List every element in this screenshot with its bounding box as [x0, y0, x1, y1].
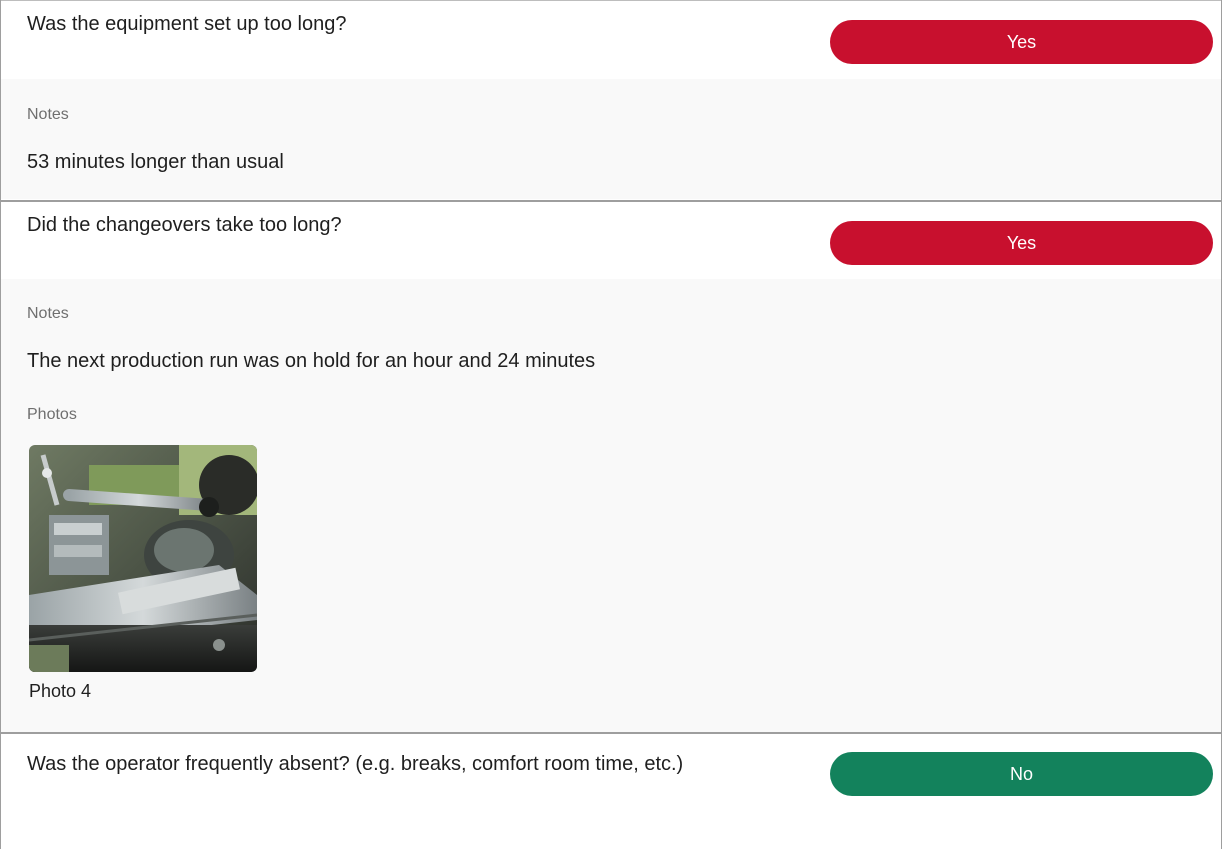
question-item: Was the operator frequently absent? (e.g… — [1, 732, 1221, 849]
question-item: Did the changeovers take too long? Yes N… — [1, 200, 1221, 732]
notes-label: Notes — [27, 106, 69, 123]
question-row: Did the changeovers take too long? Yes — [1, 202, 1221, 279]
answer-yes-button[interactable]: Yes — [830, 221, 1213, 265]
notes-section: Notes 53 minutes longer than usual — [1, 79, 1221, 199]
question-text: Did the changeovers take too long? — [27, 214, 342, 236]
answer-yes-button[interactable]: Yes — [830, 20, 1213, 64]
photo-caption: Photo 4 — [29, 681, 92, 701]
notes-label: Notes — [27, 305, 69, 322]
inspection-report: Was the equipment set up too long? Yes N… — [0, 0, 1222, 849]
question-row: Was the equipment set up too long? Yes — [1, 1, 1221, 79]
notes-text: The next production run was on hold for … — [27, 350, 596, 372]
notes-text: 53 minutes longer than usual — [27, 151, 284, 173]
question-row: Was the operator frequently absent? (e.g… — [1, 734, 1221, 849]
notes-section: Notes The next production run was on hol… — [1, 279, 1221, 732]
question-text: Was the equipment set up too long? — [27, 13, 347, 35]
question-text: Was the operator frequently absent? (e.g… — [27, 753, 684, 775]
photos-label: Photos — [27, 406, 77, 423]
answer-no-button[interactable]: No — [830, 752, 1213, 796]
machine-photo-image — [29, 445, 257, 672]
question-item: Was the equipment set up too long? Yes N… — [1, 0, 1221, 200]
photo-thumbnail[interactable] — [29, 445, 257, 672]
